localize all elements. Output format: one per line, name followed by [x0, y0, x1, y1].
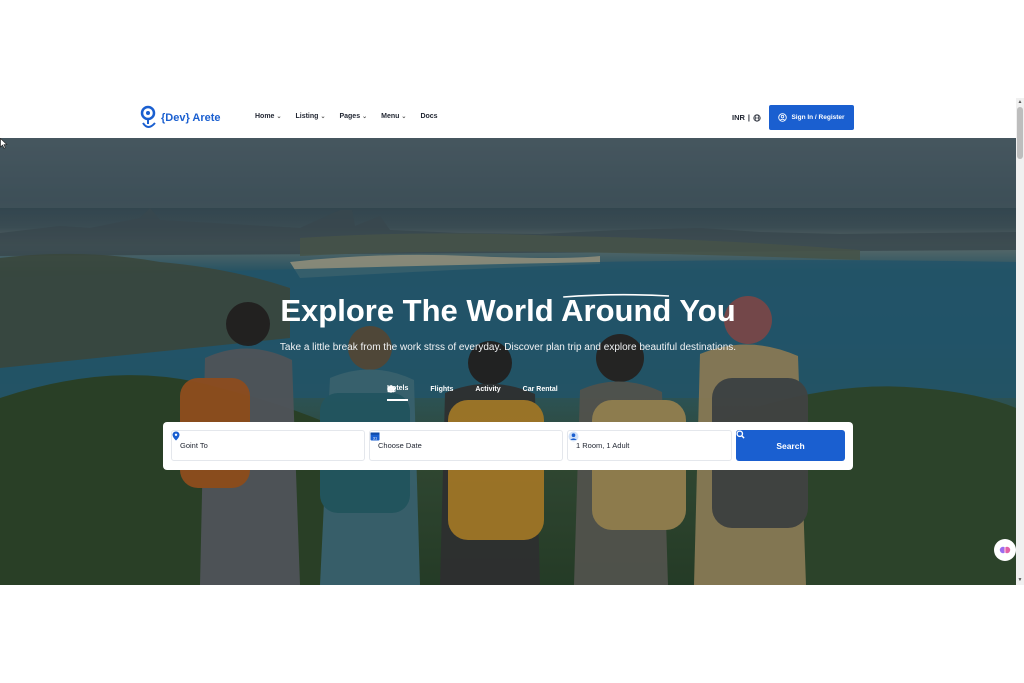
- hero-title: Explore The World Around You: [0, 293, 1016, 329]
- hero-title-emphasis: Around: [561, 293, 671, 328]
- browser-viewport: {Dev} Arete Home ⌄ Listing ⌄ Pages ⌄ Men…: [0, 98, 1024, 585]
- site-header: {Dev} Arete Home ⌄ Listing ⌄ Pages ⌄ Men…: [0, 98, 1016, 138]
- tab-label: Flights: [430, 386, 454, 393]
- hero-banner: Explore The World Around You Take a litt…: [0, 138, 1016, 585]
- nav-label: Docs: [420, 113, 438, 120]
- search-button-label: Search: [776, 440, 805, 451]
- date-value: Choose Date: [378, 441, 422, 450]
- scroll-down-arrow-icon[interactable]: ▼: [1017, 577, 1023, 583]
- map-pin-icon: [172, 431, 180, 441]
- guests-value: 1 Room, 1 Adult: [576, 441, 630, 450]
- mouse-cursor-icon: [0, 138, 8, 149]
- nav-label: Menu: [381, 113, 400, 120]
- search-form: Goint To 31 Choose Date 1 Room, 1 Adult: [163, 422, 853, 470]
- destination-value: Goint To: [180, 441, 208, 450]
- logo-icon: [140, 105, 156, 128]
- brain-icon: [999, 546, 1011, 554]
- tab-flights[interactable]: Flights: [387, 385, 454, 401]
- user-icon: [568, 431, 579, 442]
- nav-label: Listing: [295, 113, 319, 120]
- currency-separator: |: [747, 113, 751, 122]
- tab-activity[interactable]: Activity: [387, 385, 501, 401]
- nav-item-pages[interactable]: Pages ⌄: [339, 113, 367, 120]
- hero-title-part1: Explore The World: [280, 293, 562, 328]
- nav-item-listing[interactable]: Listing ⌄: [295, 113, 325, 120]
- chevron-down-icon: ⌄: [276, 114, 282, 120]
- guests-field[interactable]: 1 Room, 1 Adult: [567, 430, 732, 461]
- brand-logo[interactable]: {Dev} Arete: [140, 105, 221, 131]
- svg-text:31: 31: [373, 435, 378, 440]
- currency-selector[interactable]: INR |: [732, 113, 761, 122]
- chevron-down-icon: ⌄: [401, 114, 407, 120]
- chevron-down-icon: ⌄: [320, 114, 326, 120]
- nav-item-docs[interactable]: Docs: [420, 113, 437, 120]
- calendar-icon: 31: [370, 432, 380, 441]
- search-icon: [736, 430, 745, 439]
- search-button[interactable]: Search: [736, 430, 845, 461]
- underline-swash: [563, 293, 670, 298]
- destination-field[interactable]: Goint To: [171, 430, 365, 461]
- tab-car-rental[interactable]: Car Rental: [387, 385, 558, 401]
- globe-icon: [753, 113, 761, 122]
- nav-label: Pages: [339, 113, 361, 120]
- hero-title-part2: You: [671, 293, 736, 328]
- tab-label: Activity: [475, 386, 501, 393]
- main-nav: Home ⌄ Listing ⌄ Pages ⌄ Menu ⌄ Docs: [255, 113, 438, 120]
- sign-in-register-button[interactable]: Sign In / Register: [769, 105, 854, 130]
- nav-item-menu[interactable]: Menu ⌄: [381, 113, 406, 120]
- brand-name: {Dev} Arete: [161, 112, 221, 124]
- hero-overlay: [0, 138, 1016, 585]
- nav-label: Home: [255, 113, 275, 120]
- nav-item-home[interactable]: Home ⌄: [255, 113, 281, 120]
- user-circle-icon: [778, 113, 788, 122]
- date-field[interactable]: 31 Choose Date: [369, 430, 563, 461]
- page-scrollbar[interactable]: ▲ ▼: [1016, 98, 1024, 585]
- tab-label: Car Rental: [522, 386, 558, 393]
- scroll-thumb[interactable]: [1017, 107, 1023, 159]
- sign-in-label: Sign In / Register: [791, 114, 845, 121]
- currency-label: INR: [732, 113, 745, 122]
- scroll-up-arrow-icon[interactable]: ▲: [1017, 99, 1023, 105]
- chevron-down-icon: ⌄: [362, 114, 368, 120]
- floating-widget-button[interactable]: [994, 539, 1016, 561]
- hero-subtitle: Take a little break from the work strss …: [279, 342, 737, 353]
- car-icon: [387, 387, 396, 393]
- search-tabs: Hotels Flights Activity Car Rental: [387, 385, 558, 401]
